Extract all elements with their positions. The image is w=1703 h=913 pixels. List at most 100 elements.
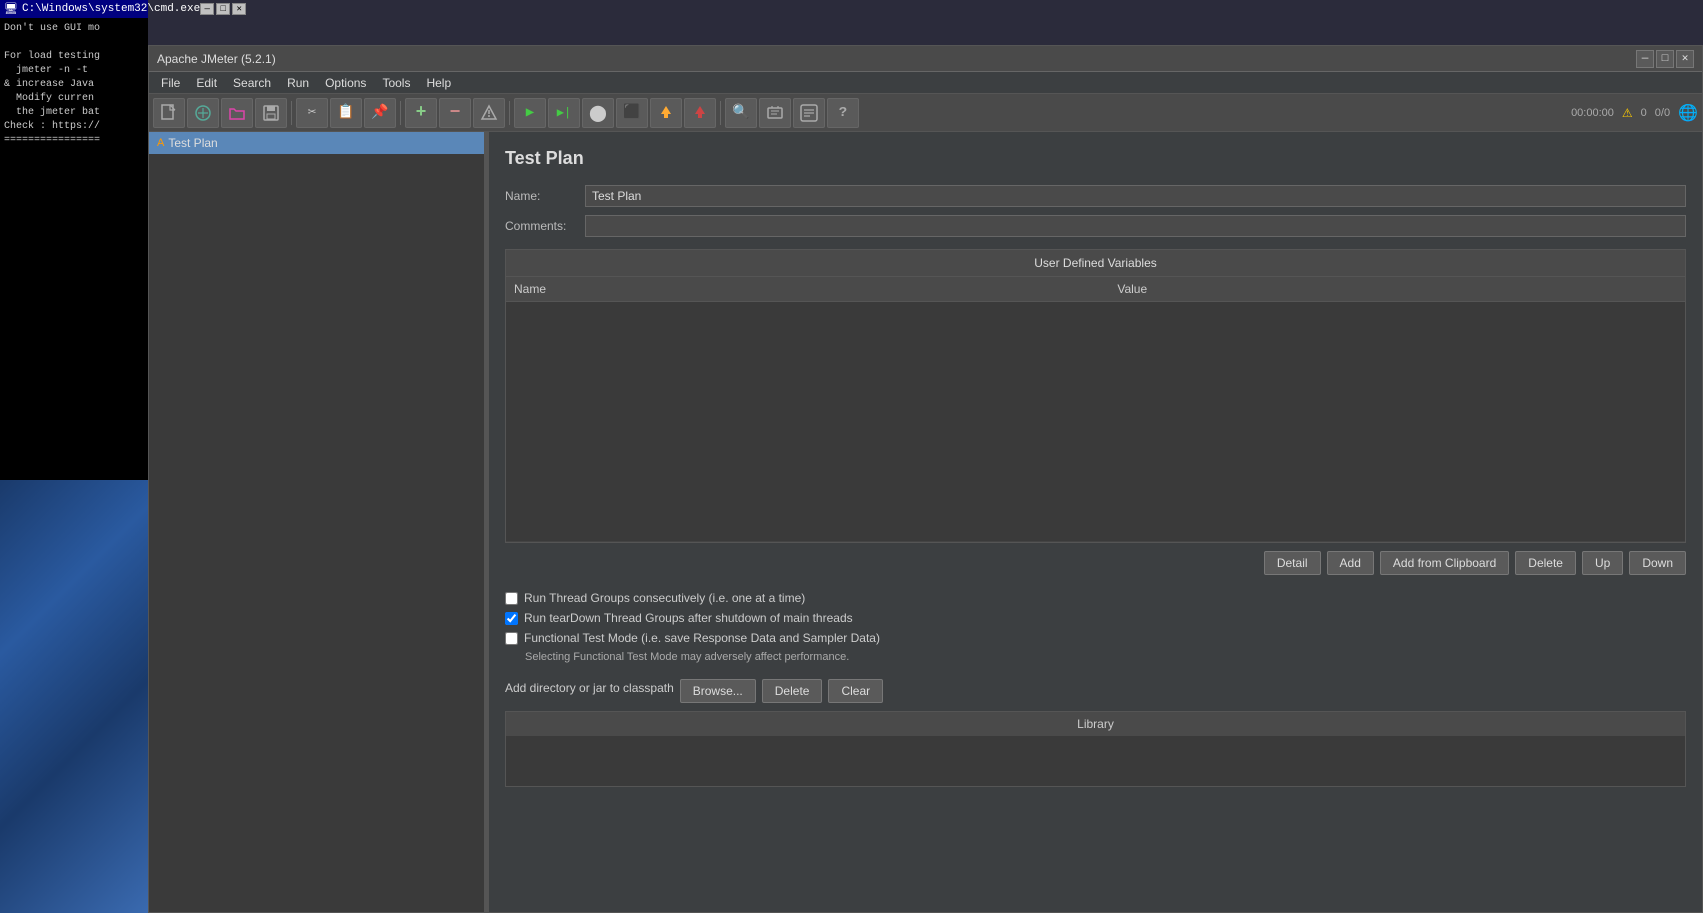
menu-help[interactable]: Help <box>418 74 459 92</box>
jmeter-minimize-btn[interactable]: — <box>1636 50 1654 68</box>
cmd-titlebar: 🖥 C:\Windows\system32\cmd.exe — □ ✕ <box>0 0 148 18</box>
functional-test-mode-checkbox[interactable] <box>505 632 518 645</box>
run-teardown-label: Run tearDown Thread Groups after shutdow… <box>524 611 853 625</box>
toolbar-toggle-btn[interactable] <box>473 98 505 128</box>
cmd-titlebar-buttons: — □ ✕ <box>200 3 246 15</box>
udv-down-btn[interactable]: Down <box>1629 551 1686 575</box>
functional-note: Selecting Functional Test Mode may adver… <box>525 651 1686 663</box>
library-header: Library <box>506 712 1685 736</box>
checkbox-row-3: Functional Test Mode (i.e. save Response… <box>505 631 1686 645</box>
classpath-delete-btn[interactable]: Delete <box>762 679 823 703</box>
toolbar-search-btn[interactable]: 🔍 <box>725 98 757 128</box>
cmd-line-5: & increase Java <box>4 78 144 92</box>
jmeter-window: Apache JMeter (5.2.1) — □ ✕ File Edit Se… <box>148 45 1703 913</box>
left-panel: A Test Plan <box>149 132 489 912</box>
toolbar-start-btn[interactable]: ▶ <box>514 98 546 128</box>
toolbar-start-no-pauses-btn[interactable]: ▶| <box>548 98 580 128</box>
jmeter-title: Apache JMeter (5.2.1) <box>157 52 276 66</box>
cmd-line-2 <box>4 36 144 50</box>
warning-count: 0 <box>1641 107 1647 119</box>
name-row: Name: <box>505 185 1686 207</box>
menu-options[interactable]: Options <box>317 74 374 92</box>
toolbar-right: 00:00:00 ⚠ 0 0/0 🌐 <box>1571 103 1698 123</box>
classpath-clear-btn[interactable]: Clear <box>828 679 883 703</box>
udv-add-from-clipboard-btn[interactable]: Add from Clipboard <box>1380 551 1509 575</box>
comments-input[interactable] <box>585 215 1686 237</box>
error-count: 0/0 <box>1655 107 1670 119</box>
classpath-buttons: Add directory or jar to classpath Browse… <box>505 679 1686 703</box>
udv-section: User Defined Variables Name Value <box>505 249 1686 543</box>
toolbar-open-btn[interactable] <box>221 98 253 128</box>
panel-splitter[interactable] <box>484 132 488 912</box>
cmd-line-6: Modify curren <box>4 92 144 106</box>
cmd-title-text: C:\Windows\system32\cmd.exe <box>22 3 200 15</box>
tree-item-test-plan[interactable]: A Test Plan <box>149 132 488 154</box>
udv-delete-btn[interactable]: Delete <box>1515 551 1576 575</box>
cmd-maximize-btn[interactable]: □ <box>216 3 230 15</box>
menu-search[interactable]: Search <box>225 74 279 92</box>
right-panel: Test Plan Name: Comments: User Defined V… <box>489 132 1702 912</box>
globe-icon: 🌐 <box>1678 103 1698 123</box>
jmeter-close-btn[interactable]: ✕ <box>1676 50 1694 68</box>
cmd-line-7: the jmeter bat <box>4 106 144 120</box>
udv-add-btn[interactable]: Add <box>1327 551 1374 575</box>
run-thread-groups-checkbox[interactable] <box>505 592 518 605</box>
menu-file[interactable]: File <box>153 74 188 92</box>
toolbar-clear-btn[interactable] <box>759 98 791 128</box>
cmd-minimize-btn[interactable]: — <box>200 3 214 15</box>
udv-detail-btn[interactable]: Detail <box>1264 551 1321 575</box>
menu-run[interactable]: Run <box>279 74 317 92</box>
toolbar-sep-3 <box>509 101 510 125</box>
toolbar-sep-2 <box>400 101 401 125</box>
cmd-line-1: Don't use GUI mo <box>4 22 144 36</box>
cmd-line-3: For load testing <box>4 50 144 64</box>
checkbox-row-2: Run tearDown Thread Groups after shutdow… <box>505 611 1686 625</box>
menu-edit[interactable]: Edit <box>188 74 225 92</box>
toolbar-save-btn[interactable] <box>255 98 287 128</box>
toolbar-copy-btn[interactable]: 📋 <box>330 98 362 128</box>
cmd-line-4: jmeter -n -t <box>4 64 144 78</box>
toolbar-add-btn[interactable]: + <box>405 98 437 128</box>
toolbar-stop-remote-btn[interactable] <box>684 98 716 128</box>
checkbox-section: Run Thread Groups consecutively (i.e. on… <box>505 591 1686 663</box>
toolbar-shutdown-btn[interactable] <box>650 98 682 128</box>
map-background <box>0 480 148 913</box>
name-input[interactable] <box>585 185 1686 207</box>
udv-table: Name Value <box>506 277 1685 542</box>
menu-tools[interactable]: Tools <box>374 74 418 92</box>
toolbar-new-btn[interactable] <box>153 98 185 128</box>
classpath-label: Add directory or jar to classpath <box>505 681 674 695</box>
run-teardown-checkbox[interactable] <box>505 612 518 625</box>
udv-header: User Defined Variables <box>506 250 1685 277</box>
checkbox-row-1: Run Thread Groups consecutively (i.e. on… <box>505 591 1686 605</box>
toolbar-remove-btn[interactable]: − <box>439 98 471 128</box>
toolbar-sep-4 <box>720 101 721 125</box>
toolbar-paste-btn[interactable]: 📌 <box>364 98 396 128</box>
cmd-title-left: 🖥 C:\Windows\system32\cmd.exe <box>4 2 200 16</box>
classpath-browse-btn[interactable]: Browse... <box>680 679 756 703</box>
jmeter-maximize-btn[interactable]: □ <box>1656 50 1674 68</box>
toolbar-help-btn[interactable]: ? <box>827 98 859 128</box>
cmd-icon: 🖥 <box>4 2 18 16</box>
jmeter-titlebar: Apache JMeter (5.2.1) — □ ✕ <box>149 46 1702 72</box>
name-label: Name: <box>505 189 585 203</box>
cmd-window: 🖥 C:\Windows\system32\cmd.exe — □ ✕ Don'… <box>0 0 148 480</box>
cmd-line-8: Check : https:// <box>4 120 144 134</box>
udv-col-value: Value <box>1109 277 1685 302</box>
classpath-section: Add directory or jar to classpath Browse… <box>505 679 1686 787</box>
toolbar-start-remote-btn[interactable]: ⬤ <box>582 98 614 128</box>
panel-title: Test Plan <box>505 148 1686 169</box>
comments-label: Comments: <box>505 219 585 233</box>
udv-col-name: Name <box>506 277 1109 302</box>
toolbar-cut-btn[interactable]: ✂ <box>296 98 328 128</box>
cmd-close-btn[interactable]: ✕ <box>232 3 246 15</box>
tree-item-label: Test Plan <box>168 136 217 150</box>
tree-item-icon: A <box>157 137 164 149</box>
toolbar-templates-btn[interactable] <box>187 98 219 128</box>
toolbar-stop-btn[interactable]: ⬛ <box>616 98 648 128</box>
udv-up-btn[interactable]: Up <box>1582 551 1623 575</box>
cmd-content: Don't use GUI mo For load testing jmeter… <box>0 18 148 152</box>
toolbar: ✂ 📋 📌 + − ▶ ▶| ⬤ ⬛ 🔍 ? 00:00:00 ⚠ <box>149 94 1702 132</box>
toolbar-function-helper-btn[interactable] <box>793 98 825 128</box>
library-body <box>506 736 1685 786</box>
